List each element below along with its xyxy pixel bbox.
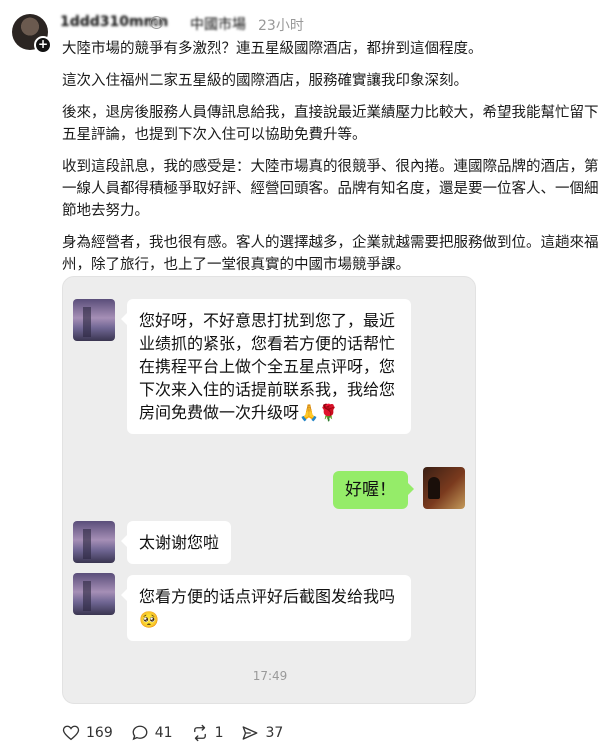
- post-paragraph: 大陸市場的競爭有多激烈？連五星級國際酒店，都拚到這個程度。: [62, 41, 483, 57]
- follow-plus-icon[interactable]: +: [34, 36, 52, 54]
- hotel-avatar: [73, 299, 115, 341]
- post-actions-bar: 169 41 1 37: [62, 722, 301, 744]
- post-paragraph: 收到這段訊息，我的感受是：大陸市場真的很競爭、很內捲。連國際品牌的酒店，第一線人…: [62, 159, 599, 219]
- post-body: 大陸市場的競爭有多激烈？連五星級國際酒店，都拚到這個程度。 這次入住福州二家五星…: [62, 38, 610, 286]
- post-timestamp: 23小时: [258, 18, 304, 34]
- hotel-message-bubble: 太谢谢您啦: [120, 521, 232, 564]
- post-paragraph: 後來，退房後服務人員傳訊息給我，直接說最近業績壓力比較大，希望我能幫忙留下五星評…: [62, 105, 599, 143]
- topic-tag[interactable]: 中國市場: [190, 14, 246, 34]
- like-button[interactable]: 169: [62, 724, 113, 742]
- send-icon: [243, 726, 258, 740]
- repost-count: 1: [214, 725, 224, 741]
- hotel-message-bubble: 您好呀，不好意思打扰到您了，最近业绩抓的紧张，您看若方便的话帮忙在携程平台上做个…: [121, 299, 411, 434]
- heart-icon: [62, 725, 80, 741]
- comment-icon: [132, 725, 148, 741]
- like-count: 169: [86, 725, 113, 741]
- comment-count: 41: [154, 725, 173, 741]
- comment-button[interactable]: 41: [131, 724, 173, 742]
- chat-timestamp: 17:49: [252, 669, 288, 683]
- post-paragraph: 這次入住福州二家五星級的國際酒店，服務確實讓我印象深刻。: [62, 73, 468, 89]
- verified-icon: [150, 16, 163, 29]
- hotel-message-bubble: 您看方便的话点评好后截图发给我吗🥺: [121, 575, 411, 641]
- hotel-avatar: [73, 573, 115, 615]
- share-count: 37: [265, 725, 284, 741]
- my-message-bubble: 好喔！: [333, 471, 414, 509]
- my-avatar: [423, 467, 465, 509]
- post-paragraph: 身為經營者，我也很有感。客人的選擇越多，企業就越需要把服務做到位。這趟來福州，除…: [62, 235, 599, 273]
- repost-icon: [193, 724, 206, 742]
- repost-button[interactable]: 1: [191, 724, 224, 742]
- hotel-avatar: [73, 521, 115, 563]
- author-avatar[interactable]: +: [12, 14, 52, 54]
- share-button[interactable]: 37: [241, 724, 283, 742]
- chat-screenshot-image[interactable]: 您好呀，不好意思打扰到您了，最近业绩抓的紧张，您看若方便的话帮忙在携程平台上做个…: [62, 276, 476, 704]
